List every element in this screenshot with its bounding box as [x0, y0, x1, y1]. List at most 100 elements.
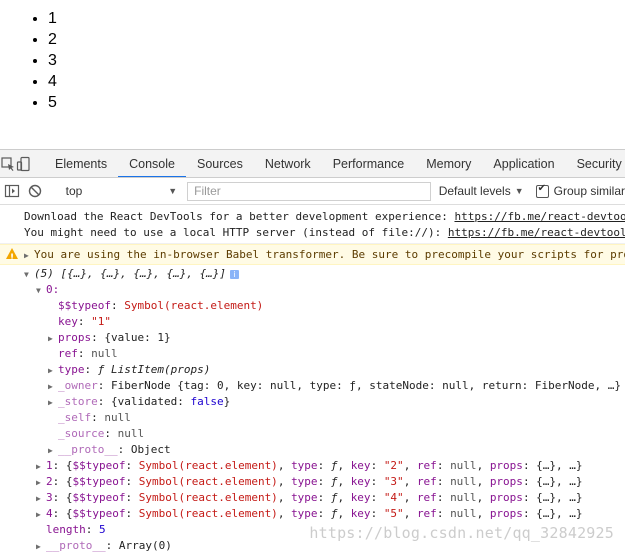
collapse-arrow-icon[interactable]: ▼ [24, 267, 34, 282]
list-item: 4 [48, 71, 57, 92]
watermark: https://blog.csdn.net/qq_32842925 [309, 524, 614, 542]
context-select-value: top [65, 184, 83, 198]
info-icon[interactable]: i [230, 269, 240, 279]
warning-icon [6, 248, 18, 264]
property-key: 0: [46, 283, 60, 296]
checkbox-checked-icon[interactable] [535, 183, 549, 198]
message-text: Download the React DevTools for a better… [24, 210, 455, 223]
tab-security[interactable]: Security [566, 150, 625, 177]
collapse-arrow-icon[interactable]: ▼ [36, 283, 46, 298]
console-output: Download the React DevTools for a better… [0, 205, 625, 554]
devtools-tabbar: Elements Console Sources Network Perform… [0, 150, 625, 178]
array-summary-row[interactable]: ▼ (5) [{…}, {…}, {…}, {…}, {…}] i [0, 266, 625, 282]
console-toolbar: top ▼ Filter Default levels ▼ Group simi… [0, 178, 625, 205]
log-levels-dropdown[interactable]: Default levels ▼ [439, 184, 524, 198]
message-line: You might need to use a local HTTP serve… [24, 225, 625, 241]
tree-row-props[interactable]: ▶ props: {value: 1} [0, 330, 625, 346]
property-key: _self [58, 411, 92, 424]
tree-row-index-0[interactable]: ▼ 0: [0, 282, 625, 298]
property-value: Object [130, 443, 171, 456]
tree-row-self: _self: null [58, 411, 131, 424]
tree-row-type[interactable]: ▶ type: ƒ ListItem(props) [0, 362, 625, 378]
sidebar-toggle-icon[interactable] [0, 184, 23, 198]
property-value: null [91, 347, 118, 360]
tab-network[interactable]: Network [254, 150, 322, 177]
property-key: _owner [58, 379, 98, 392]
tree-row-key: key: "1" [58, 315, 111, 328]
property-key: 3 [46, 491, 53, 504]
object-tree: ▼ (5) [{…}, {…}, {…}, {…}, {…}] i ▼ 0: $$ty… [0, 265, 625, 554]
warning-text: You are using the in-browser Babel trans… [34, 248, 625, 261]
property-key: key [58, 315, 78, 328]
rendered-number-list: 1 2 3 4 5 [0, 8, 57, 113]
expand-arrow-icon[interactable]: ▶ [36, 539, 46, 554]
tab-memory[interactable]: Memory [415, 150, 482, 177]
tree-row-proto[interactable]: ▶ __proto__: Object [0, 442, 625, 458]
property-value: Array(0) [118, 539, 172, 552]
property-key: ref [58, 347, 78, 360]
tab-console[interactable]: Console [118, 150, 186, 177]
tree-row-owner[interactable]: ▶ _owner: FiberNode {tag: 0, key: null, t… [0, 378, 625, 394]
tab-application[interactable]: Application [482, 150, 565, 177]
item-key-value: "4" [383, 491, 404, 504]
tree-row-store[interactable]: ▶ _store: {validated: false} [0, 394, 625, 410]
expand-arrow-icon[interactable]: ▶ [48, 395, 58, 410]
list-item: 3 [48, 50, 57, 71]
filter-input[interactable]: Filter [187, 181, 431, 201]
expand-arrow-icon[interactable]: ▶ [48, 363, 58, 378]
expand-arrow-icon[interactable]: ▶ [36, 459, 46, 474]
tree-row-source: _source: null [58, 427, 145, 440]
property-value: {validated: [111, 395, 191, 408]
property-key: __proto__ [46, 539, 106, 552]
property-value: FiberNode {tag: 0, key: null, type: ƒ, s… [111, 379, 621, 392]
property-value: Symbol(react.element) [124, 299, 264, 312]
property-key: 1 [46, 459, 53, 472]
devtools-faq-link[interactable]: https://fb.me/react-devtools-faq [448, 226, 625, 239]
tab-sources[interactable]: Sources [186, 150, 254, 177]
tab-performance[interactable]: Performance [322, 150, 416, 177]
item-key-value: "5" [383, 507, 404, 520]
devtools-panel: Elements Console Sources Network Perform… [0, 149, 625, 555]
item-key-value: "2" [383, 459, 404, 472]
property-value: "1" [91, 315, 111, 328]
list-item: 1 [48, 8, 57, 29]
device-toolbar-icon[interactable] [16, 150, 32, 177]
message-line: Download the React DevTools for a better… [24, 209, 625, 225]
property-key: 4 [46, 507, 53, 520]
expand-arrow-icon[interactable]: ▶ [48, 331, 58, 346]
console-warning: ▶You are using the in-browser Babel tran… [0, 244, 625, 265]
property-key: type [58, 363, 85, 376]
property-key: $$typeof [58, 299, 111, 312]
expand-arrow-icon[interactable]: ▶ [48, 379, 58, 394]
tree-row-index[interactable]: ▶ 3: {$$typeof: Symbol(react.element), ty… [0, 490, 625, 506]
expand-arrow-icon[interactable]: ▶ [24, 246, 34, 264]
property-value: ƒ ListItem(props) [97, 363, 211, 376]
array-summary: (5) [{…}, {…}, {…}, {…}, {…}] [34, 267, 227, 280]
inspect-element-icon[interactable] [0, 150, 16, 177]
devtools-link[interactable]: https://fb.me/react-devtools [454, 210, 625, 223]
group-similar-toggle[interactable]: Group similar [535, 183, 625, 198]
property-value: 5 [99, 523, 106, 536]
expand-arrow-icon[interactable]: ▶ [36, 491, 46, 506]
property-key: 2 [46, 475, 53, 488]
context-select[interactable]: top ▼ [60, 181, 183, 201]
tab-elements[interactable]: Elements [44, 150, 118, 177]
clear-console-icon[interactable] [23, 184, 46, 198]
property-value: {value: 1} [104, 331, 171, 344]
log-levels-label: Default levels [438, 184, 511, 198]
expand-arrow-icon[interactable]: ▶ [48, 443, 58, 458]
tree-row-index[interactable]: ▶ 2: {$$typeof: Symbol(react.element), ty… [0, 474, 625, 490]
chevron-down-icon: ▼ [514, 186, 524, 196]
list-item: 5 [48, 92, 57, 113]
tree-row-index[interactable]: ▶ 4: {$$typeof: Symbol(react.element), ty… [0, 506, 625, 522]
property-key: props [58, 331, 92, 344]
expand-arrow-icon[interactable]: ▶ [36, 475, 46, 490]
tree-row-index[interactable]: ▶ 1: {$$typeof: Symbol(react.element), ty… [0, 458, 625, 474]
property-value: null [117, 427, 145, 440]
property-key: __proto__ [58, 443, 118, 456]
property-value-bool: false [190, 395, 224, 408]
message-text: You might need to use a local HTTP serve… [24, 226, 448, 239]
property-value: } [223, 395, 231, 408]
group-similar-label: Group similar [553, 184, 625, 198]
expand-arrow-icon[interactable]: ▶ [36, 507, 46, 522]
